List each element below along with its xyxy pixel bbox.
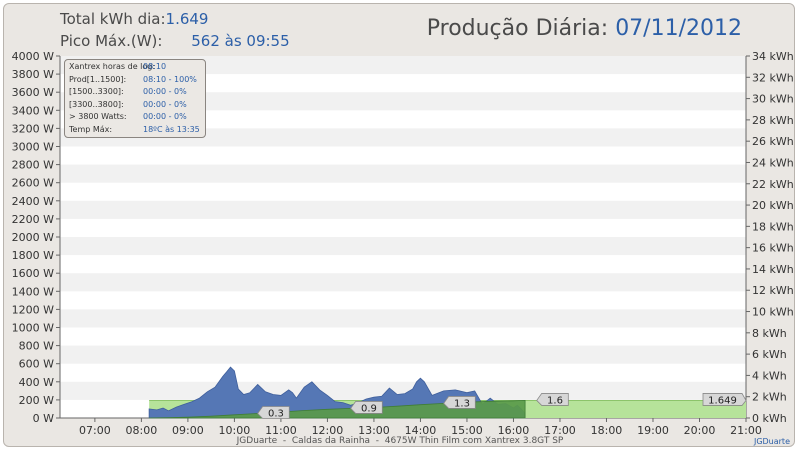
y-left-tick-label: 3000 W [12, 141, 54, 154]
y-right-tick-label: 16 kWh [752, 242, 794, 255]
y-right-tick-label: 2 kWh [752, 391, 787, 404]
chart-footer: JGDuarte - Caldas da Rainha - 4675W Thin… [236, 436, 564, 446]
info-label: Xantrex horas de log: [69, 62, 156, 71]
y-right-tick-label: 24 kWh [752, 156, 794, 169]
annotation-label: 1.3 [454, 398, 470, 409]
y-right-tick-label: 30 kWh [752, 93, 794, 106]
info-label: [1500..3300]: [69, 87, 124, 97]
grid-band [60, 309, 746, 328]
grid-band [60, 273, 746, 292]
y-left-tick-label: 2000 W [12, 231, 54, 244]
grid-band [60, 345, 746, 364]
y-right-tick-label: 32 kWh [752, 71, 794, 84]
y-right-tick-label: 6 kWh [752, 348, 787, 361]
grid-band [60, 164, 746, 183]
y-right-tick-label: 26 kWh [752, 135, 794, 148]
y-left-tick-label: 3800 W [12, 68, 54, 81]
annotation-callout: 0.3 [257, 406, 290, 420]
info-value: 08:10 - 100% [143, 74, 197, 84]
annotation-callout: 1.3 [443, 396, 476, 409]
info-row: Xantrex horas de log: 08:10 [69, 61, 201, 74]
info-value: 00:00 - 0% [143, 87, 187, 97]
info-label: Prod[1..1500]: [69, 74, 127, 84]
info-value: 00:00 - 0% [143, 99, 187, 109]
annotation-label: 1.649 [708, 395, 737, 406]
y-left-tick-label: 1600 W [12, 267, 54, 280]
y-left-tick-label: 2800 W [12, 159, 54, 172]
y-right-tick-label: 34 kWh [752, 50, 794, 63]
annotation-callout: 0.9 [350, 401, 383, 414]
y-right-tick-label: 28 kWh [752, 114, 794, 127]
y-left-tick-label: 600 W [19, 358, 54, 371]
annotation-label: 1.6 [547, 395, 563, 406]
y-axis-right: 0 kWh2 kWh4 kWh6 kWh8 kWh10 kWh12 kWh14 … [746, 50, 794, 425]
y-axis-left: 0 W 200 W 400 W 600 W 800 W 1000 W 1200 W 1400 … [12, 50, 60, 425]
info-row: [3300..3800]: 00:00 - 0% [69, 99, 201, 112]
annotation-callout: 1.6 [536, 393, 569, 406]
annotation-callout: 1.649 [702, 393, 747, 406]
info-row: Temp Máx: 18ºC às 13:35 [69, 124, 201, 137]
log-info-box: Xantrex horas de log: 08:10 Prod[1..1500]:… [64, 59, 206, 138]
info-label: Temp Máx: [69, 124, 113, 134]
y-left-tick-label: 2200 W [12, 213, 54, 226]
y-left-tick-label: 2600 W [12, 177, 54, 190]
grid-band [60, 237, 746, 256]
y-right-tick-label: 20 kWh [752, 199, 794, 212]
y-left-tick-label: 4000 W [12, 50, 54, 63]
y-right-tick-label: 14 kWh [752, 263, 794, 276]
y-left-tick-label: 1000 W [12, 322, 54, 335]
author-credit: JGDuarte [753, 437, 790, 446]
y-right-tick-label: 10 kWh [752, 306, 794, 319]
grid-band [60, 200, 746, 219]
y-left-tick-label: 3600 W [12, 86, 54, 99]
y-left-tick-label: 400 W [19, 376, 54, 389]
info-row: Prod[1..1500]: 08:10 - 100% [69, 74, 201, 87]
y-right-tick-label: 12 kWh [752, 284, 794, 297]
y-left-tick-label: 2400 W [12, 195, 54, 208]
info-row: > 3800 Watts: 00:00 - 0% [69, 111, 201, 124]
info-row: [1500..3300]: 00:00 - 0% [69, 86, 201, 99]
info-value: 00:00 - 0% [143, 112, 187, 122]
y-left-tick-label: 1400 W [12, 285, 54, 298]
y-left-tick-label: 0 W [33, 412, 54, 425]
x-axis: 07:00 08:00 09:00 10:00 11:00 12:00 13:00 14:00… [79, 418, 762, 437]
y-right-tick-label: 8 kWh [752, 327, 787, 340]
y-left-tick-label: 800 W [19, 340, 54, 353]
info-value: 18ºC às 13:35 [143, 124, 200, 134]
info-value: 08:10 [143, 62, 167, 71]
y-left-tick-label: 200 W [19, 394, 54, 407]
annotation-label: 0.3 [268, 409, 284, 420]
info-label: [3300..3800]: [69, 99, 124, 109]
y-right-tick-label: 18 kWh [752, 220, 794, 233]
y-left-tick-label: 1800 W [12, 249, 54, 262]
y-right-tick-label: 22 kWh [752, 178, 794, 191]
y-left-tick-label: 3400 W [12, 104, 54, 117]
info-label: > 3800 Watts: [69, 112, 127, 122]
annotation-label: 0.9 [361, 403, 377, 414]
y-left-tick-label: 3200 W [12, 122, 54, 135]
y-right-tick-label: 4 kWh [752, 369, 787, 382]
y-left-tick-label: 1200 W [12, 303, 54, 316]
